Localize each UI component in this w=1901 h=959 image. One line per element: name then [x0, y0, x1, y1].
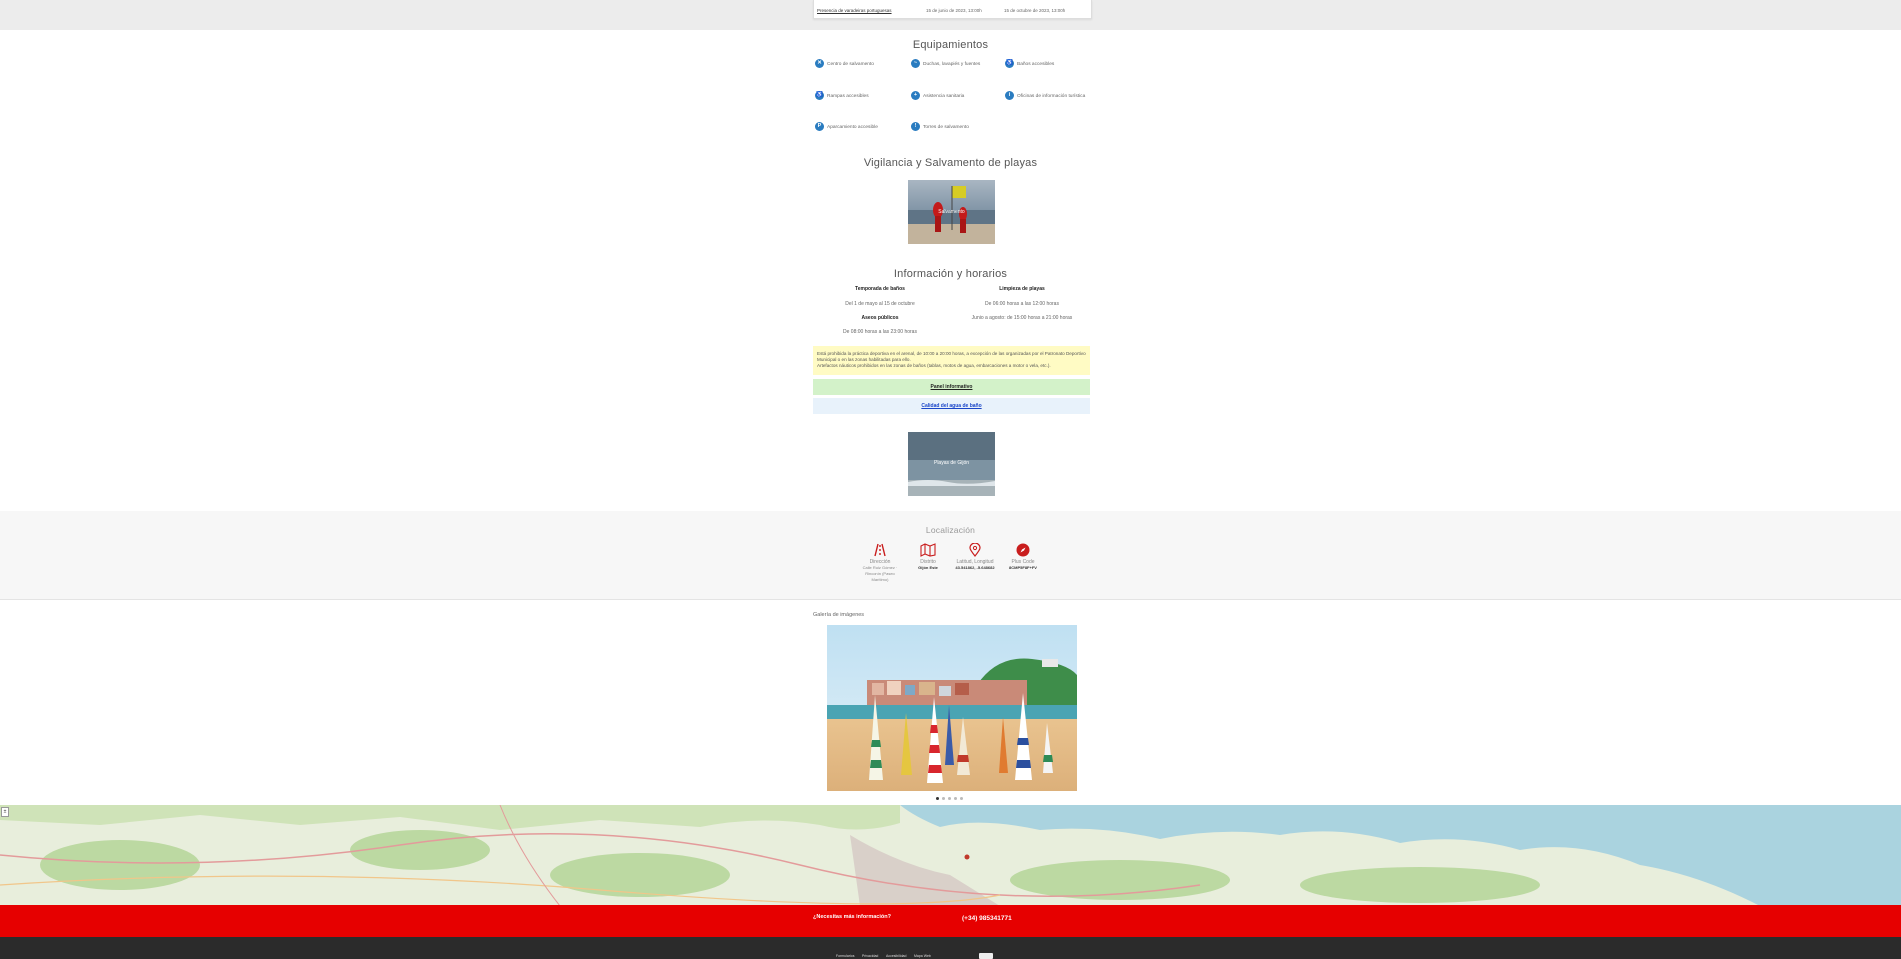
- footer-link-sitemap[interactable]: Mapa Web: [914, 954, 931, 958]
- lifeguard-title: Vigilancia y Salvamento de playas: [863, 157, 1038, 169]
- address-value: Calle Ruiz Gómez · Rinconín (Paseo Marít…: [862, 565, 898, 582]
- season-block: Temporada de baños: [820, 286, 940, 292]
- location-item-address: Dirección Calle Ruiz Gómez · Rinconín (P…: [858, 543, 902, 583]
- notice-box: Está prohibida la práctica deportiva en …: [813, 346, 1090, 375]
- gallery-dot[interactable]: [936, 797, 939, 800]
- gallery-pagination: [936, 797, 963, 800]
- equipment-item: P Aparcamiento accesible: [815, 122, 878, 131]
- panel-band: Panel informativo: [813, 379, 1090, 395]
- district-value: Gijón Este: [918, 565, 938, 570]
- gallery-title: Galería de imágenes: [813, 612, 865, 618]
- alert-link[interactable]: Presencia de varadeiras portuguesas: [817, 8, 892, 13]
- cleaning-block: Limpieza de playas: [962, 286, 1082, 292]
- contact-bar: ¿Necesitas más información? (+34) 985341…: [0, 905, 1901, 937]
- equipment-item: ! Torres de salvamento: [911, 122, 969, 131]
- accessible-bath-icon: ♿: [1005, 59, 1014, 68]
- footer-badge[interactable]: [979, 953, 993, 959]
- alert-date-to: 15 de octubre de 2023, 13:00h: [1004, 8, 1066, 13]
- parking-icon: P: [815, 122, 824, 131]
- notice-line-2: Artefactos náuticos prohibidos en las zo…: [817, 363, 1051, 368]
- coordinates-value: 43.541862, -5.648682: [955, 565, 995, 570]
- quality-band: Calidad del agua de baño: [813, 398, 1090, 414]
- location-pin-icon: [969, 542, 981, 557]
- season-label: Temporada de baños: [855, 286, 905, 292]
- equipment-item: ~ Duchas, lavapiés y fuentes: [911, 59, 980, 68]
- gallery-dot[interactable]: [960, 797, 963, 800]
- beach-card-caption: Playas de Gijón: [933, 460, 970, 466]
- panel-link[interactable]: Panel informativo: [931, 384, 973, 390]
- equipment-title: Equipamientos: [912, 39, 989, 51]
- equipment-item: ♿ Rampas accesibles: [815, 91, 869, 100]
- lifeguard-image[interactable]: Salvamento: [908, 180, 995, 244]
- gallery-dot[interactable]: [954, 797, 957, 800]
- gallery-dot[interactable]: [942, 797, 945, 800]
- alerts-card: Presencia de varadeiras portuguesas 15 d…: [813, 0, 1092, 19]
- cleaning-label: Limpieza de playas: [999, 286, 1045, 292]
- location-item-district: Distrito Gijón Este: [906, 543, 950, 570]
- location-item-pluscode: Plus Code 8CMP5F8F+FV: [1001, 543, 1045, 570]
- info-office-icon: i: [1005, 91, 1014, 100]
- compass-icon: [1016, 543, 1030, 557]
- gallery-slide-image[interactable]: [827, 625, 1077, 791]
- footer-link-accessibility[interactable]: Accesibilidad: [886, 954, 906, 958]
- alert-date-from: 15 de junio de 2023, 13:00h: [926, 8, 982, 13]
- water-quality-link[interactable]: Calidad del agua de baño: [921, 403, 981, 409]
- shower-icon: ~: [911, 59, 920, 68]
- location-item-coordinates: Latitud, Longitud 43.541862, -5.648682: [953, 542, 997, 570]
- medical-cross-icon: +: [911, 91, 920, 100]
- location-map[interactable]: ±: [0, 805, 1901, 906]
- location-title: Localización: [925, 525, 976, 535]
- contact-question: ¿Necesitas más información?: [813, 914, 891, 920]
- equipment-item: + Asistencia sanitaria: [911, 91, 964, 100]
- beach-card-image[interactable]: Playas de Gijón: [908, 432, 995, 496]
- toilets-block: Aseos públicos: [820, 315, 940, 321]
- equipment-item: ♿ Baños accesibles: [1005, 59, 1055, 68]
- ramp-icon: ♿: [815, 91, 824, 100]
- footer-link-privacy[interactable]: Privacidad: [862, 954, 878, 958]
- equipment-item: ✕ Centro de salvamento: [815, 59, 874, 68]
- gallery-dot[interactable]: [948, 797, 951, 800]
- footer-link-forms[interactable]: Formularios: [836, 954, 854, 958]
- lifeguard-caption: Salvamento: [938, 209, 965, 215]
- road-icon: [874, 543, 886, 557]
- footer: Formularios Privacidad Accesibilidad Map…: [0, 937, 1901, 959]
- info-title: Información y horarios: [893, 268, 1008, 280]
- lifebuoy-icon: ✕: [815, 59, 824, 68]
- cleaning-value-2: Junio a agosto: de 15:00 horas a 21:00 h…: [971, 315, 1073, 321]
- equipment-item: i Oficinas de información turística: [1005, 91, 1085, 100]
- toilets-label: Aseos públicos: [861, 315, 899, 321]
- map-zoom-control[interactable]: ±: [1, 807, 9, 817]
- map-icon: [920, 543, 936, 557]
- contact-phone[interactable]: (+34) 985341771: [962, 915, 1012, 922]
- tower-icon: !: [911, 122, 920, 131]
- toilets-value: De 08:00 horas a las 23:00 horas: [843, 329, 917, 335]
- cleaning-value-1: De 06:00 horas a las 12:00 horas: [985, 301, 1059, 307]
- pluscode-value: 8CMP5F8F+FV: [1009, 565, 1037, 570]
- season-value: Del 1 de mayo al 15 de octubre: [845, 301, 915, 307]
- notice-line-1: Está prohibida la práctica deportiva en …: [817, 351, 1086, 362]
